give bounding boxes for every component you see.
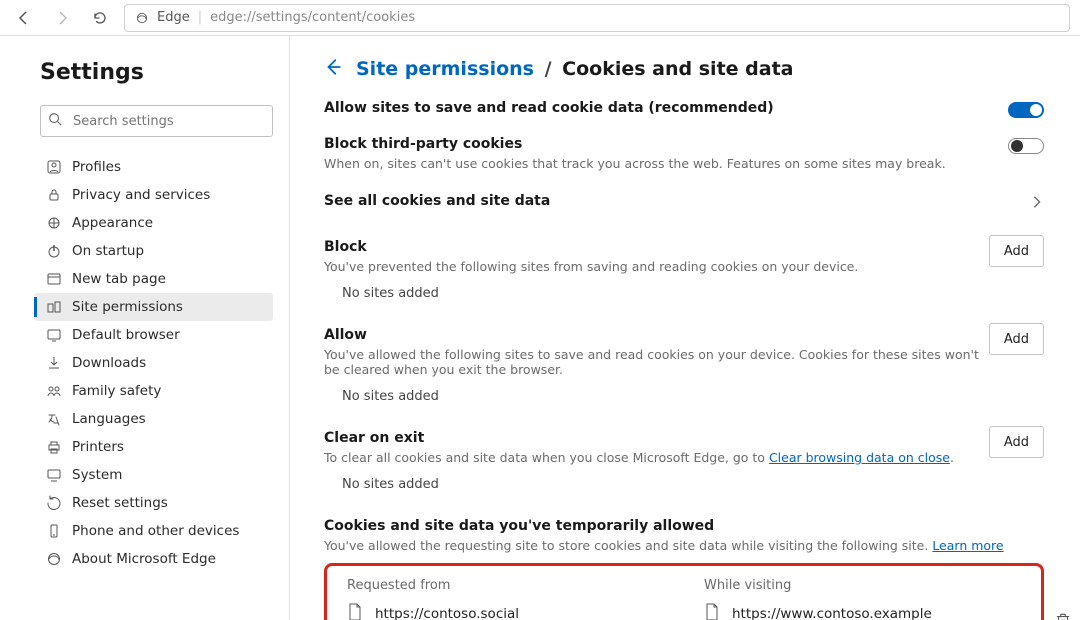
browser-toolbar: Edge | edge://settings/content/cookies <box>0 0 1080 36</box>
temp-req-header: Requested from <box>347 578 664 593</box>
profile-icon <box>46 159 62 175</box>
arrow-right-icon <box>54 10 70 26</box>
block-sub: You've prevented the following sites fro… <box>324 259 1044 274</box>
sidebar-item-printers[interactable]: Printers <box>34 433 273 461</box>
sidebar-item-downloads[interactable]: Downloads <box>34 349 273 377</box>
sidebar-item-privacy[interactable]: Privacy and services <box>34 181 273 209</box>
settings-title: Settings <box>40 60 273 85</box>
temp-requested-col: Requested from https://contoso.social <box>347 578 664 620</box>
temp-allowed-row: Requested from https://contoso.social Wh… <box>324 563 1044 620</box>
clear-title: Clear on exit <box>324 430 1044 446</box>
breadcrumb: Site permissions / Cookies and site data <box>324 58 1044 80</box>
row-allow-cookies: Allow sites to save and read cookie data… <box>324 100 1044 118</box>
sidebar-item-about[interactable]: About Microsoft Edge <box>34 545 273 573</box>
clear-empty: No sites added <box>342 477 1044 492</box>
breadcrumb-back-button[interactable] <box>324 58 342 80</box>
address-url: edge://settings/content/cookies <box>210 10 415 25</box>
block-3p-sub: When on, sites can't use cookies that tr… <box>324 156 946 171</box>
allow-cookies-toggle[interactable] <box>1008 102 1044 118</box>
section-block: Add Block You've prevented the following… <box>324 239 1044 301</box>
temp-vis-value: https://www.contoso.example <box>732 606 932 620</box>
breadcrumb-current: Cookies and site data <box>562 58 793 80</box>
allow-title: Allow <box>324 327 1044 343</box>
search-icon <box>48 112 62 130</box>
block-3p-toggle[interactable] <box>1008 138 1044 154</box>
arrow-left-icon <box>324 58 342 76</box>
family-icon <box>46 383 62 399</box>
sidebar-item-reset[interactable]: Reset settings <box>34 489 273 517</box>
sidebar-item-family[interactable]: Family safety <box>34 377 273 405</box>
clear-add-button[interactable]: Add <box>989 426 1044 458</box>
row-see-all[interactable]: See all cookies and site data <box>324 193 1044 213</box>
search-input[interactable] <box>40 105 273 137</box>
newtab-icon <box>46 271 62 287</box>
sidebar-item-appearance[interactable]: Appearance <box>34 209 273 237</box>
learn-more-link[interactable]: Learn more <box>932 538 1003 553</box>
clear-sub: To clear all cookies and site data when … <box>324 450 1044 465</box>
sidebar-item-startup[interactable]: On startup <box>34 237 273 265</box>
language-icon <box>46 411 62 427</box>
sidebar-nav: Profiles Privacy and services Appearance… <box>34 153 273 573</box>
section-allow: Add Allow You've allowed the following s… <box>324 327 1044 404</box>
address-separator: | <box>198 10 202 25</box>
phone-icon <box>46 523 62 539</box>
sidebar-item-languages[interactable]: Languages <box>34 405 273 433</box>
breadcrumb-text: Site permissions / Cookies and site data <box>356 58 793 80</box>
block-3p-label: Block third-party cookies <box>324 136 946 152</box>
temp-visiting-col: While visiting https://www.contoso.examp… <box>704 578 1021 620</box>
system-icon <box>46 467 62 483</box>
site-icon <box>704 603 720 620</box>
settings-sidebar: Settings Profiles Privacy and services A… <box>0 36 290 620</box>
section-clear: Add Clear on exit To clear all cookies a… <box>324 430 1044 492</box>
edge-icon <box>46 551 62 567</box>
sidebar-item-system[interactable]: System <box>34 461 273 489</box>
temp-sub: You've allowed the requesting site to st… <box>324 538 1044 553</box>
allow-empty: No sites added <box>342 389 1044 404</box>
row-block-3p: Block third-party cookies When on, sites… <box>324 136 1044 171</box>
section-temp: Cookies and site data you've temporarily… <box>324 518 1044 620</box>
block-title: Block <box>324 239 1044 255</box>
delete-temp-button[interactable] <box>1054 612 1072 620</box>
site-icon <box>347 603 363 620</box>
block-empty: No sites added <box>342 286 1044 301</box>
trash-icon <box>1054 612 1072 620</box>
search-wrap <box>40 105 273 137</box>
lock-icon <box>46 187 62 203</box>
temp-title: Cookies and site data you've temporarily… <box>324 518 1044 534</box>
allow-sub: You've allowed the following sites to sa… <box>324 347 1044 377</box>
address-bar[interactable]: Edge | edge://settings/content/cookies <box>124 4 1070 32</box>
arrow-left-icon <box>16 10 32 26</box>
refresh-icon <box>92 10 108 26</box>
power-icon <box>46 243 62 259</box>
address-brand: Edge <box>157 10 190 25</box>
block-add-button[interactable]: Add <box>989 235 1044 267</box>
temp-vis-header: While visiting <box>704 578 1021 593</box>
sidebar-item-default-browser[interactable]: Default browser <box>34 321 273 349</box>
breadcrumb-parent-link[interactable]: Site permissions <box>356 58 534 80</box>
sidebar-item-profiles[interactable]: Profiles <box>34 153 273 181</box>
chevron-right-icon <box>1030 195 1044 213</box>
clear-data-link[interactable]: Clear browsing data on close <box>769 450 950 465</box>
allow-cookies-label: Allow sites to save and read cookie data… <box>324 100 774 116</box>
browser-icon <box>46 327 62 343</box>
allow-add-button[interactable]: Add <box>989 323 1044 355</box>
nav-forward-button[interactable] <box>48 4 76 32</box>
nav-back-button[interactable] <box>10 4 38 32</box>
nav-refresh-button[interactable] <box>86 4 114 32</box>
reset-icon <box>46 495 62 511</box>
sidebar-item-phone[interactable]: Phone and other devices <box>34 517 273 545</box>
sidebar-item-site-permissions[interactable]: Site permissions <box>34 293 273 321</box>
download-icon <box>46 355 62 371</box>
appearance-icon <box>46 215 62 231</box>
sidebar-item-newtab[interactable]: New tab page <box>34 265 273 293</box>
see-all-label: See all cookies and site data <box>324 193 550 209</box>
edge-logo-icon <box>135 11 149 25</box>
printer-icon <box>46 439 62 455</box>
settings-content: Site permissions / Cookies and site data… <box>290 36 1080 620</box>
permissions-icon <box>46 299 62 315</box>
temp-req-value: https://contoso.social <box>375 606 519 620</box>
